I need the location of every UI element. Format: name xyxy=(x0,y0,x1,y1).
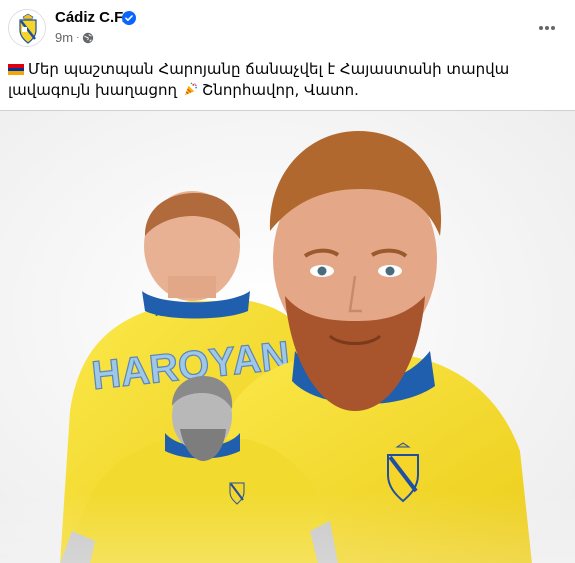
party-popper-icon xyxy=(184,82,197,96)
page-avatar[interactable] xyxy=(8,9,46,47)
facebook-post: Cádiz C.F. 9m · Մեր պաշտպան Հարոյանը ճան… xyxy=(0,0,575,563)
player-graphic: HUMAN HAROYAN xyxy=(0,111,575,563)
verified-badge-icon xyxy=(122,11,136,25)
post-meta: 9m · xyxy=(55,30,94,45)
post-caption: Մեր պաշտպան Հարոյանը ճանաչվել է Հայաստան… xyxy=(8,59,553,101)
more-options-icon xyxy=(539,26,555,30)
post-timestamp-link[interactable]: 9m xyxy=(55,30,73,45)
sponsor-label: HUMAN xyxy=(155,307,196,319)
globe-icon[interactable] xyxy=(82,32,94,44)
cadiz-crest-logo xyxy=(9,10,45,46)
page-name-link[interactable]: Cádiz C.F. xyxy=(55,9,126,26)
post-image[interactable]: HUMAN HAROYAN xyxy=(0,110,575,563)
caption-suffix: Շնորհավոր, Վատո. xyxy=(202,81,359,99)
armenia-flag-icon xyxy=(8,64,24,75)
more-options-button[interactable] xyxy=(533,14,561,42)
post-header: Cádiz C.F. 9m · xyxy=(0,0,575,56)
meta-separator: · xyxy=(76,32,80,43)
